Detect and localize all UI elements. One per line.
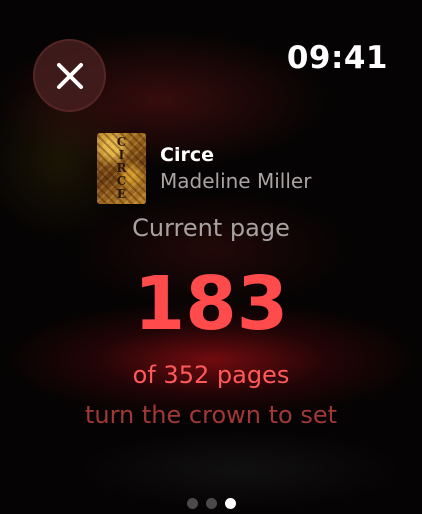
page-dot [186,498,198,509]
status-time: 09:41 [286,40,388,76]
crown-hint: turn the crown to set [84,401,337,429]
book-cover: C I R C E [97,133,146,204]
page-dot [205,498,217,509]
cover-title-letters: C I R C E [117,136,127,201]
current-page-value[interactable]: 183 [0,262,422,346]
reading-progress-screen: 09:41 C I R C E Circe Madeline Miller Cu… [0,0,422,514]
book-info: C I R C E Circe Madeline Miller [97,133,311,204]
page-dot-active [224,498,236,509]
page-indicator [0,498,422,509]
current-page-label: Current page [132,214,290,242]
close-button[interactable] [33,39,106,112]
close-icon [56,62,83,89]
book-author: Madeline Miller [160,168,312,193]
total-pages-text: of 352 pages [132,361,290,389]
cover-letter: E [116,187,127,201]
book-title: Circe [160,143,214,166]
book-meta: Circe Madeline Miller [160,143,311,195]
